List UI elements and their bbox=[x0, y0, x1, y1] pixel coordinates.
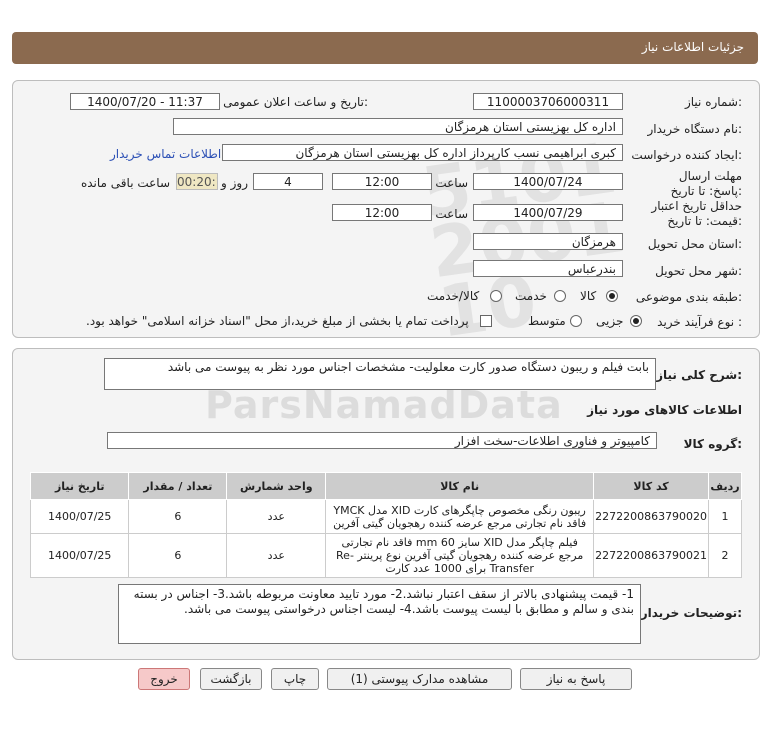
col-date-header: تاریخ نیاز bbox=[29, 472, 130, 500]
delivery-province-field: هرمزگان bbox=[473, 233, 623, 250]
treasury-checkbox[interactable] bbox=[480, 315, 492, 327]
category-option-both: کالا/خدمت bbox=[427, 289, 480, 303]
notes-label: توضیحات خریدار: bbox=[640, 606, 742, 620]
table-row[interactable]: 2 2272200863790021 فیلم چاپگر مدل XID سا… bbox=[29, 533, 742, 578]
purchase-option-medium: متوسط bbox=[528, 314, 566, 328]
col-row-header: ردیف bbox=[708, 472, 742, 500]
table-row[interactable]: 1 2272200863790020 ریبون رنگی مخصوص چاپگ… bbox=[29, 499, 742, 534]
category-radio-service[interactable] bbox=[554, 290, 566, 302]
print-button[interactable]: چاپ bbox=[271, 668, 319, 690]
remaining-time-field: 00:20:10 bbox=[176, 173, 218, 190]
col-qty-header: تعداد / مقدار bbox=[128, 472, 228, 500]
reply-button[interactable]: پاسخ به نیاز bbox=[520, 668, 632, 690]
response-deadline-label: مهلت ارسال پاسخ: تا تاریخ: bbox=[670, 169, 742, 198]
category-option-goods: کالا bbox=[580, 289, 597, 303]
item-code: 2272200863790021 bbox=[593, 533, 710, 578]
buyer-contact-link[interactable]: اطلاعات تماس خریدار bbox=[110, 147, 221, 161]
item-name: فیلم چاپگر مدل XID سایز mm 60 فاقد نام ت… bbox=[325, 533, 595, 578]
response-date-field: 1400/07/24 bbox=[473, 173, 623, 190]
days-label: روز و bbox=[221, 176, 248, 190]
col-unit-header: واحد شمارش bbox=[226, 472, 327, 500]
notes-field: 1- قیمت پیشنهادی بالاتر از سقف اعتبار نب… bbox=[118, 584, 641, 644]
exit-button[interactable]: خروج bbox=[138, 668, 190, 690]
purchase-option-minor: جزیی bbox=[596, 314, 624, 328]
category-radio-goods[interactable] bbox=[606, 290, 618, 302]
item-unit: عدد bbox=[226, 499, 327, 534]
category-option-service: خدمت bbox=[515, 289, 547, 303]
goods-table: ردیف کد کالا نام کالا واحد شمارش تعداد /… bbox=[29, 472, 742, 578]
delivery-province-label: استان محل تحویل: bbox=[647, 237, 742, 251]
announce-datetime-field: 1400/07/20 - 11:37 bbox=[70, 93, 220, 110]
summary-field: بابت فیلم و ریبون دستگاه صدور کارت معلول… bbox=[104, 358, 656, 390]
title-bar: جزئیات اطلاعات نیاز bbox=[12, 32, 758, 64]
announce-datetime-label: تاریخ و ساعت اعلان عمومی: bbox=[223, 95, 368, 109]
delivery-city-label: شهر محل تحویل: bbox=[655, 264, 742, 278]
attachments-button[interactable]: مشاهده مدارک پیوستی (1) bbox=[327, 668, 512, 690]
item-qty: 6 bbox=[128, 533, 228, 578]
requester-label: ایجاد کننده درخواست: bbox=[631, 148, 742, 162]
remaining-time-label: ساعت باقی مانده bbox=[80, 176, 170, 190]
item-unit: عدد bbox=[226, 533, 327, 578]
category-radio-both[interactable] bbox=[490, 290, 502, 302]
summary-label: شرح کلی نیاز: bbox=[656, 368, 742, 382]
response-time-label: ساعت bbox=[435, 176, 468, 190]
item-name: ریبون رنگی مخصوص چاپگرهای کارت XID مدل Y… bbox=[325, 499, 595, 534]
purchase-radio-minor[interactable] bbox=[630, 315, 642, 327]
back-button[interactable]: بازگشت bbox=[200, 668, 262, 690]
treasury-note: پرداخت تمام یا بخشی از مبلغ خرید،از محل … bbox=[86, 314, 469, 328]
buyer-org-field: اداره کل بهزیستی استان هرمزگان bbox=[173, 118, 623, 135]
price-validity-date-field: 1400/07/29 bbox=[473, 204, 623, 221]
page-title: جزئیات اطلاعات نیاز bbox=[641, 40, 744, 54]
price-validity-time-label: ساعت bbox=[435, 207, 468, 221]
item-code: 2272200863790020 bbox=[593, 499, 710, 534]
col-code-header: کد کالا bbox=[593, 472, 710, 500]
purchase-radio-medium[interactable] bbox=[570, 315, 582, 327]
item-date: 1400/07/25 bbox=[29, 533, 130, 578]
days-field: 4 bbox=[253, 173, 323, 190]
item-qty: 6 bbox=[128, 499, 228, 534]
goods-group-field: کامپیوتر و فناوری اطلاعات-سخت افزار bbox=[107, 432, 657, 449]
table-header-row: ردیف کد کالا نام کالا واحد شمارش تعداد /… bbox=[29, 472, 742, 500]
need-number-label: شماره نیاز: bbox=[684, 95, 742, 109]
purchase-type-label: نوع فرآیند خرید : bbox=[657, 315, 742, 329]
requester-field: کبری ابراهیمی نسب کارپرداز اداره کل بهزی… bbox=[222, 144, 623, 161]
goods-info-title: اطلاعات کالاهای مورد نیاز bbox=[587, 403, 742, 417]
row-number: 1 bbox=[708, 499, 742, 534]
buyer-org-label: نام دستگاه خریدار: bbox=[647, 122, 743, 136]
price-validity-time-field: 12:00 bbox=[332, 204, 432, 221]
category-label: طبقه بندی موضوعی: bbox=[635, 290, 742, 304]
goods-group-label: گروه کالا: bbox=[683, 437, 742, 451]
item-date: 1400/07/25 bbox=[29, 499, 130, 534]
need-number-field: 1100003706000311 bbox=[473, 93, 623, 110]
row-number: 2 bbox=[708, 533, 742, 578]
price-validity-label: حداقل تاریخ اعتبار قیمت: تا تاریخ: bbox=[651, 199, 742, 228]
response-time-field: 12:00 bbox=[332, 173, 432, 190]
delivery-city-field: بندرعباس bbox=[473, 260, 623, 277]
col-name-header: نام کالا bbox=[325, 472, 595, 500]
